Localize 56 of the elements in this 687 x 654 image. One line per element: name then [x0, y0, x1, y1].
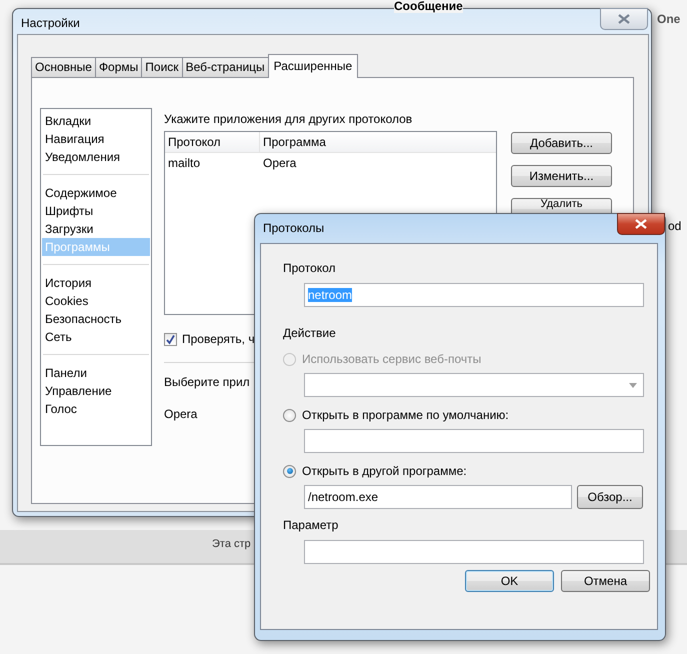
choose-label: Выберите прил — [164, 375, 250, 389]
category-item[interactable]: История — [42, 274, 150, 292]
window-title: Протоколы — [263, 221, 324, 235]
checkbox[interactable] — [164, 332, 177, 346]
category-item[interactable]: Управление — [42, 382, 150, 400]
page-link[interactable]: One — [657, 12, 680, 26]
footer-text: Эта стр — [212, 538, 251, 550]
checkbox-label: Проверять, ч — [182, 332, 255, 346]
action-label: Действие — [283, 326, 337, 341]
column-header[interactable]: Программа — [260, 132, 326, 152]
page-heading: Сообщение — [394, 0, 463, 13]
browse-button[interactable]: Обзор... — [577, 485, 643, 509]
column-header[interactable]: Протокол — [165, 132, 260, 152]
category-item[interactable]: Навигация — [42, 130, 150, 148]
action-button[interactable]: Добавить... — [511, 132, 612, 154]
tab[interactable]: Расширенные — [268, 54, 358, 78]
close-icon — [617, 14, 631, 24]
category-item[interactable]: Cookies — [42, 292, 150, 310]
check-icon — [165, 334, 176, 344]
program-path-field[interactable]: /netroom.exe — [304, 485, 572, 509]
selected-text: netroom — [308, 288, 352, 302]
close-icon — [634, 219, 648, 229]
category-item[interactable]: Вкладки — [42, 112, 150, 130]
tab[interactable]: Поиск — [141, 57, 183, 77]
parameter-label: Параметр — [283, 518, 340, 533]
table-cell-text: Opera — [262, 155, 296, 172]
category-item[interactable]: Безопасность — [42, 310, 150, 328]
tab[interactable]: Веб-страницы — [182, 57, 269, 77]
category-item[interactable]: Сеть — [42, 328, 150, 346]
radio-button[interactable] — [283, 408, 296, 422]
table-cell-text: mailto — [167, 155, 202, 172]
radio-label: Использовать сервис веб-почты — [302, 352, 482, 366]
tab[interactable]: Формы — [94, 57, 142, 77]
webmail-dropdown[interactable] — [304, 373, 644, 397]
dialog-button[interactable]: Отмена — [561, 570, 650, 592]
radio-button[interactable] — [283, 464, 296, 478]
protocol-label: Протокол — [283, 261, 337, 276]
category-item[interactable]: Панели — [42, 364, 150, 382]
dialog-button[interactable]: OK — [465, 570, 554, 592]
program-name: Opera — [164, 407, 198, 421]
page-text: od — [668, 219, 682, 233]
dropdown-arrow-icon — [629, 382, 637, 388]
parameter-field[interactable] — [304, 540, 644, 564]
default-program-field[interactable] — [304, 429, 644, 453]
category-item[interactable]: Загрузки — [42, 220, 150, 238]
close-button[interactable] — [617, 213, 665, 235]
category-item[interactable]: Содержимое — [42, 184, 150, 202]
category-item[interactable]: Уведомления — [42, 148, 150, 166]
window-title: Настройки — [21, 16, 80, 30]
tab[interactable]: Основные — [31, 57, 96, 77]
category-item[interactable]: Шрифты — [42, 202, 150, 220]
category-item[interactable]: Голос — [42, 400, 150, 418]
action-button[interactable]: Изменить... — [511, 165, 612, 187]
section-label: Укажите приложения для других протоколов — [164, 112, 414, 128]
radio-label: Открыть в другой программе: — [302, 464, 467, 478]
radio-label: Открыть в программе по умолчанию: — [302, 408, 509, 422]
